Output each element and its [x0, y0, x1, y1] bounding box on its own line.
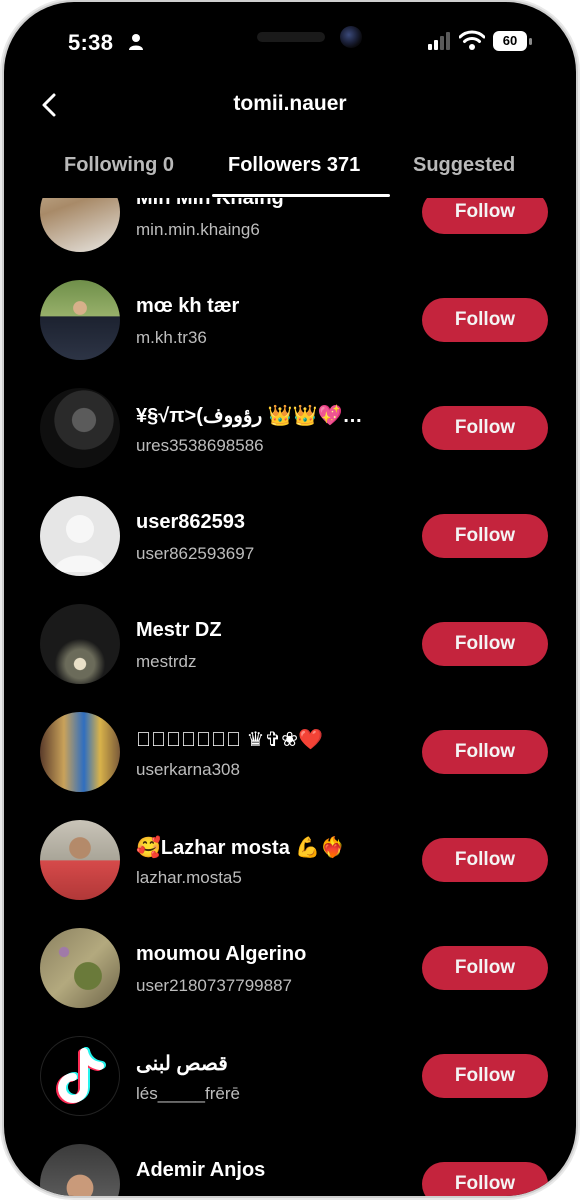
follow-button[interactable]: Follow [422, 1162, 548, 1196]
avatar[interactable] [40, 928, 120, 1008]
user-handle: user2180737799887 [136, 976, 292, 995]
battery-icon: 60 [493, 31, 533, 51]
user-handle: user862593697 [136, 544, 255, 563]
follow-button[interactable]: Follow [422, 1054, 548, 1098]
avatar[interactable] [40, 198, 120, 252]
user-name: mœ kh tær [136, 295, 240, 317]
avatar[interactable] [40, 388, 120, 468]
tiktok-logo-icon[interactable] [40, 1036, 120, 1116]
user-name: Mestr DZ [136, 619, 222, 641]
list-item[interactable]: 🥰Lazhar mosta 💪❤️‍🔥 lazhar.mosta5 Follow [4, 806, 576, 914]
tab-suggested[interactable]: Suggested [413, 154, 515, 177]
list-item[interactable]: ¥§√π>(رؤووف 👑👑💖… ures3538698586 Follow [4, 374, 576, 482]
list-item[interactable]: Ademir Anjos Follow [4, 1130, 576, 1196]
list-item[interactable]: mœ kh tær m.kh.tr36 Follow [4, 266, 576, 374]
phone-frame: 5:38 60 tomii.nauer Following 0 Follower… [4, 2, 576, 1196]
user-name: Ademir Anjos [136, 1159, 266, 1181]
list-item[interactable]: Mestr DZ mestrdz Follow [4, 590, 576, 698]
avatar[interactable] [40, 1144, 120, 1196]
wifi-icon [459, 30, 485, 50]
follow-button[interactable]: Follow [422, 622, 548, 666]
status-time: 5:38 [68, 30, 114, 55]
user-name: ♛ꦿ𝑲𝒂𝒓𝒏𝒂 ♛✞❀❤️ [136, 729, 323, 751]
follow-button[interactable]: Follow [422, 730, 548, 774]
page-title: tomii.nauer [233, 92, 347, 115]
follow-button[interactable]: Follow [422, 838, 548, 882]
user-name: ¥§√π>(رؤووف 👑👑💖… [136, 405, 363, 427]
list-item[interactable]: user862593 user862593697 Follow [4, 482, 576, 590]
user-name: قصص لبنى [136, 1053, 228, 1075]
list-item[interactable]: Min Min Khaing min.min.khaing6 Follow [4, 198, 576, 266]
user-handle: lazhar.mosta5 [136, 868, 242, 887]
follow-button[interactable]: Follow [422, 946, 548, 990]
header: tomii.nauer [4, 80, 576, 130]
follow-button[interactable]: Follow [422, 198, 548, 234]
list-item[interactable]: قصص لبنى lés_____frērē Follow [4, 1022, 576, 1130]
user-handle: userkarna308 [136, 760, 240, 779]
avatar[interactable] [40, 604, 120, 684]
user-name: user862593 [136, 511, 245, 533]
active-tab-indicator [212, 194, 390, 197]
user-name: moumou Algerino [136, 943, 307, 965]
tab-bar: Following 0 Followers 371 Suggested [4, 142, 576, 198]
user-name: Min Min Khaing [136, 198, 284, 209]
followers-list[interactable]: Min Min Khaing min.min.khaing6 Follow mœ… [4, 198, 576, 1196]
follow-button[interactable]: Follow [422, 514, 548, 558]
user-handle: mestrdz [136, 652, 197, 671]
default-avatar-icon[interactable] [40, 496, 120, 576]
status-bar: 5:38 60 [4, 2, 576, 82]
tab-following[interactable]: Following 0 [64, 154, 174, 177]
user-handle: min.min.khaing6 [136, 220, 260, 239]
camera-icon [340, 26, 362, 48]
avatar[interactable] [40, 280, 120, 360]
list-item[interactable]: ♛ꦿ𝑲𝒂𝒓𝒏𝒂 ♛✞❀❤️ userkarna308 Follow [4, 698, 576, 806]
user-handle: m.kh.tr36 [136, 328, 207, 347]
battery-level: 60 [493, 31, 527, 51]
dynamic-island [257, 32, 325, 42]
follow-button[interactable]: Follow [422, 298, 548, 342]
user-handle: ures3538698586 [136, 436, 264, 455]
person-icon [129, 34, 143, 50]
signal-icon [428, 32, 450, 50]
avatar[interactable] [40, 712, 120, 792]
follow-button[interactable]: Follow [422, 406, 548, 450]
avatar[interactable] [40, 820, 120, 900]
list-item[interactable]: moumou Algerino user2180737799887 Follow [4, 914, 576, 1022]
user-name: 🥰Lazhar mosta 💪❤️‍🔥 [136, 837, 346, 859]
tab-followers[interactable]: Followers 371 [228, 154, 360, 177]
user-handle: lés_____frērē [136, 1084, 240, 1103]
